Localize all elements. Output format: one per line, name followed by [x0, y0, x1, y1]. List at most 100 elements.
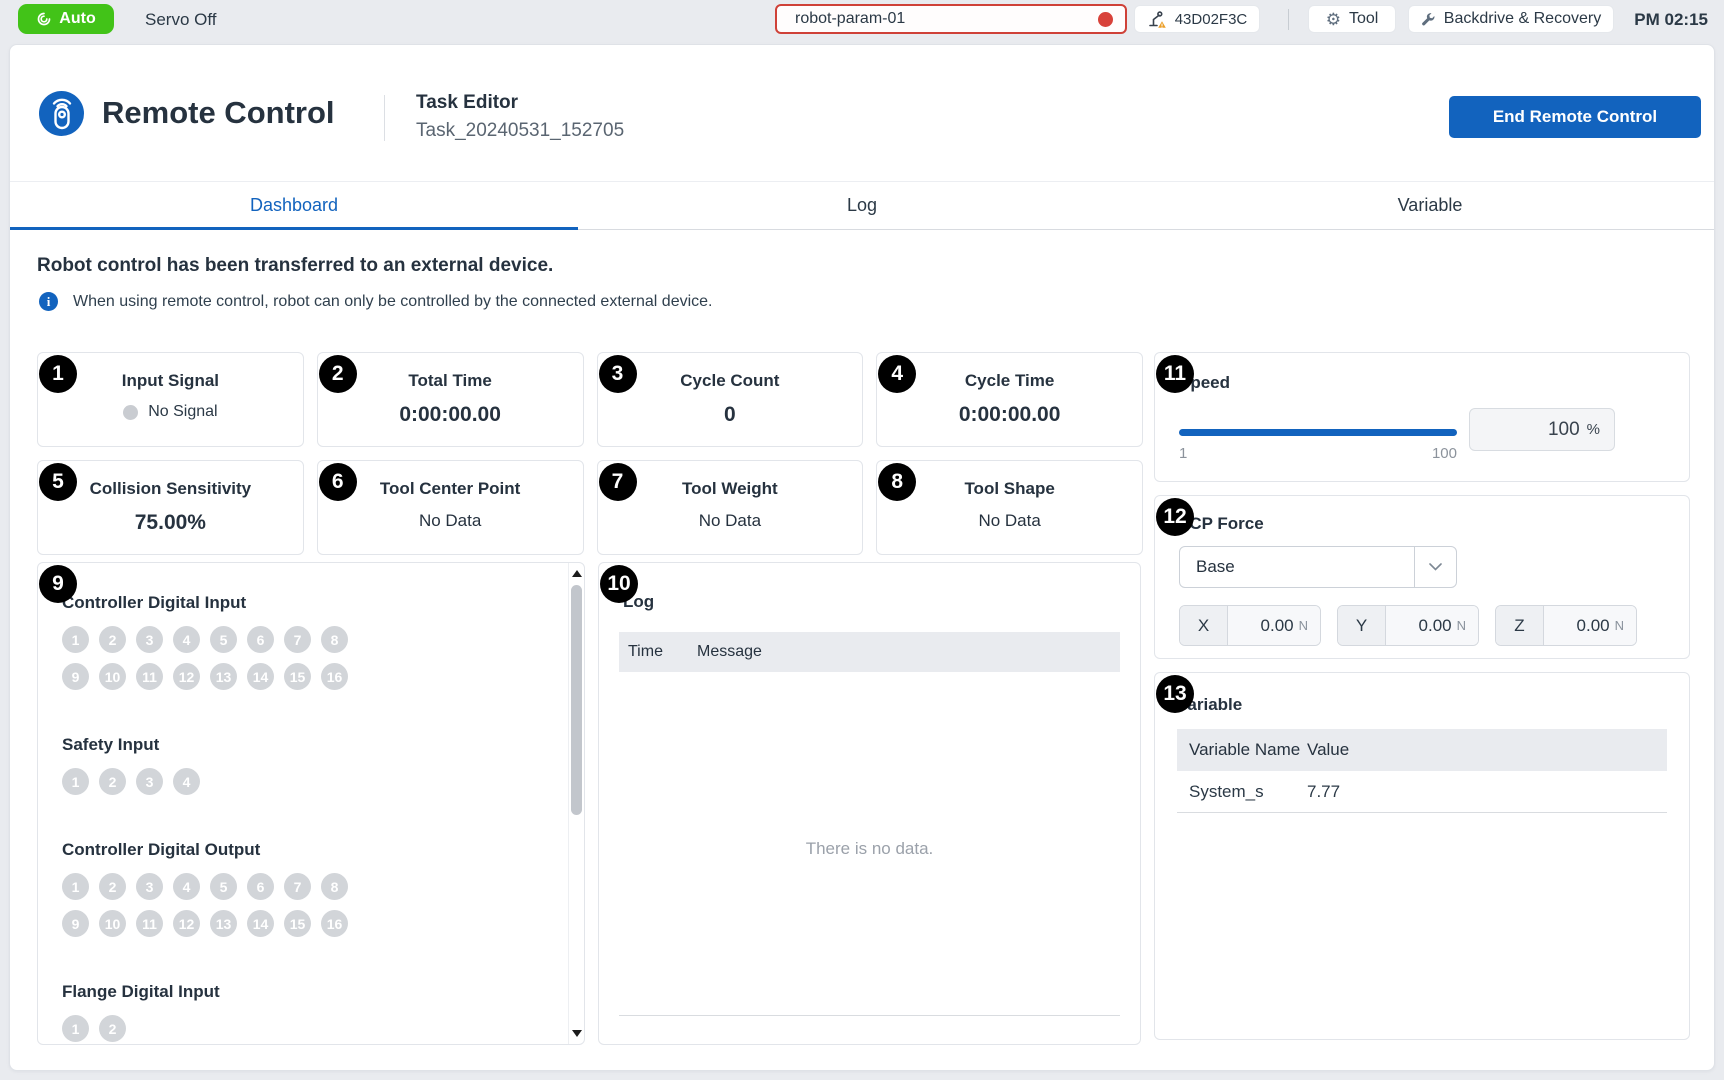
variable-name-cell: System_s — [1177, 782, 1307, 802]
annotation-badge-12: 12 — [1156, 498, 1194, 536]
log-divider — [619, 1015, 1120, 1016]
card-value: 75.00% — [135, 511, 206, 535]
io-indicator-1: 1 — [62, 768, 89, 795]
mode-label: Auto — [59, 10, 95, 28]
main-panel: Remote Control Task Editor Task_20240531… — [9, 44, 1715, 1071]
io-scrollbar[interactable] — [568, 563, 584, 1044]
log-table-header: Time Message — [619, 632, 1120, 672]
card-collision-sensitivity: 5Collision Sensitivity75.00% — [37, 460, 304, 555]
card-title: Input Signal — [122, 371, 219, 391]
card-tool-center-point: 6Tool Center PointNo Data — [317, 460, 584, 555]
tab-variable[interactable]: Variable — [1146, 182, 1714, 229]
io-indicator-10: 10 — [99, 663, 126, 690]
io-indicator-3: 3 — [136, 626, 163, 653]
io-indicator-10: 10 — [99, 910, 126, 937]
io-status-panel: Controller Digital Input1234567891011121… — [37, 562, 585, 1045]
io-indicator-1: 1 — [62, 873, 89, 900]
context-title: Task Editor — [416, 92, 518, 114]
program-name: robot-param-01 — [795, 10, 905, 28]
scroll-up-icon[interactable] — [572, 570, 582, 577]
wrench-icon — [1421, 12, 1436, 27]
coordinate-frame-select[interactable]: Base — [1179, 546, 1457, 588]
top-status-bar: Auto Servo Off robot-param-01 43D02F3C ⚙… — [0, 0, 1724, 39]
notice-row: i When using remote control, robot can o… — [39, 292, 712, 311]
axis-unit: N — [1615, 618, 1624, 633]
variable-panel: Variable Variable Name Value System_s7.7… — [1154, 672, 1690, 1040]
variable-column-value: Value — [1307, 740, 1349, 760]
clock: PM 02:15 — [1634, 0, 1708, 39]
card-value: 0:00:00.00 — [959, 403, 1061, 427]
topbar-divider — [1288, 9, 1289, 30]
tab-dashboard[interactable]: Dashboard — [10, 182, 578, 229]
card-value: No Data — [419, 511, 481, 531]
io-indicator-11: 11 — [136, 910, 163, 937]
io-indicator-8: 8 — [321, 626, 348, 653]
card-value: 0 — [724, 403, 736, 427]
io-row: 1234 — [62, 768, 544, 795]
io-row: 12 — [62, 1015, 544, 1042]
io-indicator-11: 11 — [136, 663, 163, 690]
io-indicator-15: 15 — [284, 910, 311, 937]
axis-value-number: 0.00 — [1261, 616, 1294, 636]
card-tool-weight: 7Tool WeightNo Data — [597, 460, 864, 555]
end-remote-control-button[interactable]: End Remote Control — [1449, 96, 1701, 138]
log-column-message: Message — [697, 643, 762, 661]
card-title: Tool Center Point — [380, 479, 520, 499]
card-input-signal: 1 Input Signal No Signal — [37, 352, 304, 447]
variable-table-header: Variable Name Value — [1177, 729, 1667, 771]
scroll-down-icon[interactable] — [572, 1030, 582, 1037]
annotation-badge-1: 1 — [39, 355, 77, 393]
notice-text: When using remote control, robot can onl… — [73, 293, 712, 311]
chevron-down-icon — [1414, 547, 1456, 587]
card-title: Cycle Count — [680, 371, 779, 391]
axis-label: X — [1180, 606, 1228, 645]
tab-log[interactable]: Log — [578, 182, 1146, 229]
card-title: Tool Shape — [964, 479, 1054, 499]
io-indicator-2: 2 — [99, 873, 126, 900]
io-indicator-14: 14 — [247, 910, 274, 937]
annotation-badge-10: 10 — [600, 565, 638, 603]
axis-unit: N — [1299, 618, 1308, 633]
io-indicator-13: 13 — [210, 663, 237, 690]
io-section-title: Controller Digital Input — [62, 593, 544, 613]
io-section-title: Safety Input — [62, 735, 544, 755]
robot-warning-icon — [1147, 9, 1167, 29]
io-indicator-13: 13 — [210, 910, 237, 937]
log-panel: Log Time Message There is no data. 10 — [598, 562, 1141, 1045]
table-row: System_s7.77 — [1177, 771, 1667, 813]
io-indicator-3: 3 — [136, 768, 163, 795]
io-indicator-2: 2 — [99, 626, 126, 653]
io-indicator-6: 6 — [247, 626, 274, 653]
io-indicator-4: 4 — [173, 626, 200, 653]
io-indicator-7: 7 — [284, 626, 311, 653]
card-title: Collision Sensitivity — [90, 479, 252, 499]
io-indicator-9: 9 — [62, 910, 89, 937]
annotation-badge-13: 13 — [1156, 675, 1194, 713]
mode-badge[interactable]: Auto — [18, 4, 114, 34]
tool-button[interactable]: ⚙ Tool — [1308, 5, 1396, 33]
annotation-badge-8: 8 — [878, 463, 916, 501]
annotation-badge-11: 11 — [1156, 355, 1194, 393]
tab-bar: DashboardLogVariable — [10, 181, 1714, 230]
card-value: No Signal — [123, 403, 217, 421]
io-indicator-14: 14 — [247, 663, 274, 690]
device-id-button[interactable]: 43D02F3C — [1134, 5, 1260, 33]
io-section-title: Flange Digital Input — [62, 982, 544, 1002]
scrollbar-thumb[interactable] — [571, 585, 582, 815]
io-indicator-8: 8 — [321, 873, 348, 900]
io-indicator-16: 16 — [321, 663, 348, 690]
backdrive-recovery-button[interactable]: Backdrive & Recovery — [1408, 5, 1614, 33]
annotation-badge-4: 4 — [878, 355, 916, 393]
log-empty-text: There is no data. — [599, 839, 1140, 859]
io-indicator-4: 4 — [173, 768, 200, 795]
annotation-badge-9: 9 — [39, 565, 77, 603]
io-indicator-15: 15 — [284, 663, 311, 690]
io-section-flange-digital-input: Flange Digital Input 12 — [62, 982, 544, 1042]
speed-slider[interactable] — [1179, 429, 1457, 436]
card-value-text: No Signal — [148, 403, 217, 421]
program-name-field[interactable]: robot-param-01 — [775, 4, 1127, 34]
tcp-axis-z: Z0.00N — [1495, 605, 1637, 646]
record-dot-icon — [1098, 12, 1113, 27]
speed-value-input[interactable]: 100 % — [1469, 408, 1615, 451]
axis-value: 0.00N — [1544, 606, 1636, 645]
